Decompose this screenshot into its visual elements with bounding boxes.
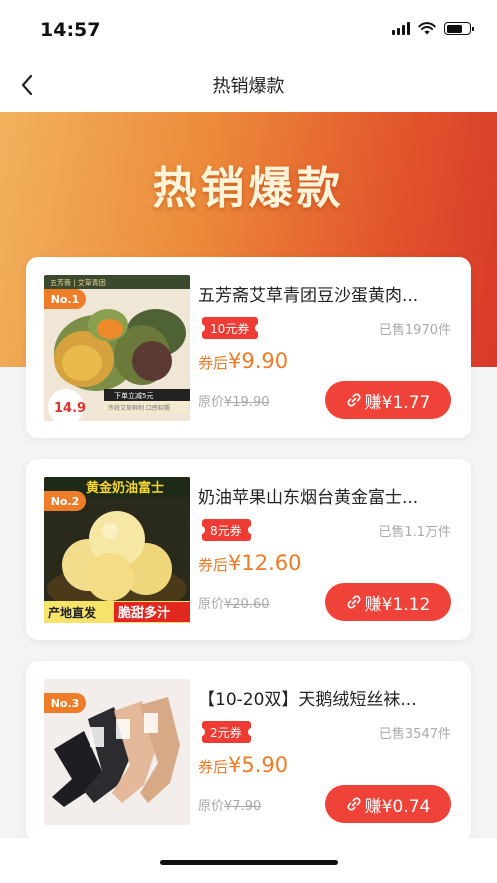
coupon-badge: 2元券 <box>198 721 255 743</box>
coupon-price: 券后 ¥12.60 <box>198 551 302 575</box>
coupon-price-label: 券后 <box>198 354 229 372</box>
product-card[interactable]: No.3 【10-20双】天鹅绒短丝袜... 2元券 已售3547件 券后 ¥5… <box>26 661 471 842</box>
coupon-price-label: 券后 <box>198 758 229 776</box>
home-bar <box>0 838 497 883</box>
original-price: 原价¥20.60 <box>198 593 270 612</box>
product-card[interactable]: 黄金奶油富士 产地直发 脆甜多汁 No.2 奶油苹果山东烟台黄金富士... 8元… <box>26 459 471 640</box>
status-icons <box>392 22 474 35</box>
sold-count: 已售3547件 <box>378 727 451 742</box>
earn-amount: 赚¥0.74 <box>364 796 431 817</box>
original-price: 原价¥19.90 <box>198 391 270 410</box>
coupon-price: 券后 ¥5.90 <box>198 753 288 777</box>
thumb-banner-text: 下单立减5元 <box>114 391 153 400</box>
sold-count: 已售1970件 <box>378 323 451 338</box>
coupon-price-value: ¥12.60 <box>228 551 302 575</box>
coupon-badge: 10元券 <box>197 317 263 339</box>
original-price-label: 原价 <box>198 799 225 814</box>
earn-button[interactable]: 赚¥1.12 <box>325 583 451 621</box>
banner-title: 热销爆款 <box>152 163 345 214</box>
coupon-badge: 8元券 <box>198 519 255 541</box>
coupon-price-value: ¥5.90 <box>228 753 289 777</box>
earn-button[interactable]: 赚¥1.77 <box>325 381 451 419</box>
coupon-price: 券后 ¥9.90 <box>198 349 288 373</box>
thumb-price-badge: 14.9 <box>54 401 86 416</box>
nav-bar: 热销爆款 <box>0 60 497 112</box>
original-price-label: 原价 <box>198 395 225 410</box>
rank-tag: No.3 <box>44 693 86 713</box>
rank-tag: No.2 <box>44 491 86 511</box>
product-card[interactable]: 五芳斋 | 艾草青团 下单立减5元 传统艾草鲜制 口感软糯 14.9 No.1 … <box>26 257 471 438</box>
product-image[interactable]: 五芳斋 | 艾草青团 下单立减5元 传统艾草鲜制 口感软糯 14.9 No.1 <box>44 275 190 421</box>
original-price-label: 原价 <box>198 597 225 612</box>
battery-icon <box>444 22 474 35</box>
link-icon <box>347 797 361 811</box>
product-image[interactable]: 黄金奶油富士 产地直发 脆甜多汁 No.2 <box>44 477 190 623</box>
thumb-top-text: 黄金奶油富士 <box>86 480 164 496</box>
thumb-bottom-text: 传统艾草鲜制 口感软糯 <box>108 404 170 412</box>
link-icon <box>347 393 361 407</box>
thumb-bottom-right: 脆甜多汁 <box>117 605 170 621</box>
sold-count: 已售1.1万件 <box>378 525 451 540</box>
product-image[interactable]: No.3 <box>44 679 190 825</box>
original-price-value: ¥19.90 <box>224 395 270 410</box>
original-price-value: ¥20.60 <box>224 597 270 612</box>
earn-amount: 赚¥1.77 <box>364 392 431 413</box>
earn-button[interactable]: 赚¥0.74 <box>325 785 451 823</box>
product-title[interactable]: 奶油苹果山东烟台黄金富士... <box>198 483 454 508</box>
product-title[interactable]: 【10-20双】天鹅绒短丝袜... <box>198 685 454 710</box>
status-bar: 14:57 <box>0 0 497 60</box>
link-icon <box>347 595 361 609</box>
product-title[interactable]: 五芳斋艾草青团豆沙蛋黄肉... <box>198 281 454 306</box>
page-title: 热销爆款 <box>212 76 285 97</box>
coupon-price-value: ¥9.90 <box>228 349 289 373</box>
rank-tag: No.1 <box>44 289 86 309</box>
wifi-icon <box>418 22 436 35</box>
original-price: 原价¥7.90 <box>198 795 261 814</box>
original-price-value: ¥7.90 <box>224 799 262 814</box>
earn-amount: 赚¥1.12 <box>364 594 431 615</box>
coupon-price-label: 券后 <box>198 556 229 574</box>
status-time: 14:57 <box>40 19 101 41</box>
home-indicator[interactable] <box>160 860 338 865</box>
thumb-top-text: 五芳斋 | 艾草青团 <box>50 278 106 287</box>
cellular-signal-icon <box>392 22 410 35</box>
thumb-bottom-left: 产地直发 <box>48 605 97 620</box>
